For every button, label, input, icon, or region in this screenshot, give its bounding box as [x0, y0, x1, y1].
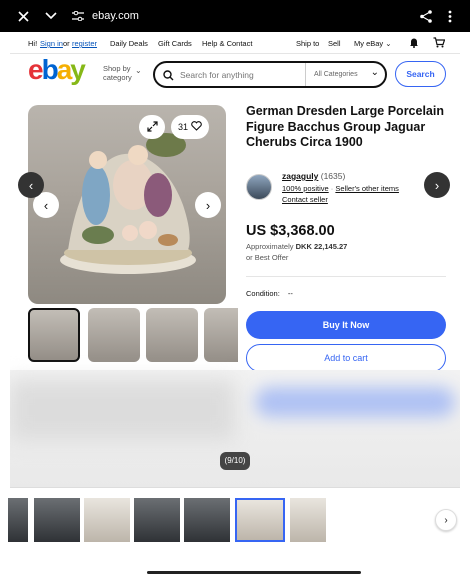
best-offer-text: or Best Offer — [246, 253, 289, 262]
register-link[interactable]: register — [72, 39, 97, 48]
home-indicator[interactable] — [147, 571, 361, 574]
chevron-right-icon: › — [444, 514, 448, 526]
or-text: or — [63, 39, 70, 48]
my-ebay-label: My eBay — [354, 39, 384, 48]
thumbnail[interactable] — [146, 308, 198, 362]
my-ebay-link[interactable]: My eBay ⌄ — [354, 39, 392, 48]
expand-image-button[interactable] — [139, 115, 165, 139]
price: US $3,368.00 — [246, 223, 335, 239]
chevron-left-icon: ‹ — [28, 177, 34, 193]
buy-it-now-button[interactable]: Buy It Now — [246, 311, 446, 339]
thumbnail[interactable] — [28, 308, 80, 362]
filmstrip-next-button[interactable]: › — [435, 509, 457, 531]
share-icon[interactable] — [418, 0, 434, 32]
search-button[interactable]: Search — [395, 61, 446, 87]
seller-name[interactable]: zagaguly — [282, 171, 318, 181]
add-to-cart-button[interactable]: Add to cart — [246, 344, 446, 372]
help-contact-link[interactable]: Help & Contact — [202, 39, 252, 48]
filmstrip-thumbnail[interactable] — [134, 498, 180, 542]
cart-icon[interactable] — [433, 37, 446, 50]
product-image[interactable]: 31 ‹ › — [28, 105, 226, 304]
category-select-label: All Categories — [314, 71, 358, 78]
thumbnail-strip — [28, 308, 238, 364]
chevron-right-icon: › — [205, 197, 211, 213]
condition-value: -- — [287, 289, 293, 298]
filmstrip-thumbnail-selected[interactable] — [235, 498, 285, 542]
daily-deals-link[interactable]: Daily Deals — [110, 39, 148, 48]
greeting: Hi! — [28, 39, 38, 48]
filmstrip-thumbnail[interactable] — [84, 498, 130, 542]
condition-label: Condition: — [246, 289, 280, 298]
blurred-block — [10, 380, 235, 440]
next-image-button[interactable]: › — [195, 192, 221, 218]
sign-in-link[interactable]: Sign in — [40, 39, 63, 48]
listing-title: German Dresden Large Porcelain Figure Ba… — [246, 104, 444, 149]
chevron-left-icon: ‹ — [43, 197, 49, 213]
expand-icon — [146, 120, 158, 134]
sell-link[interactable]: Sell — [328, 39, 341, 48]
screen: ebay.com Hi! Sign in or register Daily D… — [0, 0, 470, 575]
search-icon — [163, 68, 174, 86]
page-next-button[interactable]: › — [424, 172, 450, 198]
seller-feedback-count: (1635) — [320, 171, 346, 181]
thumbnail[interactable] — [204, 308, 238, 362]
category-select[interactable]: All Categories ⌄ — [305, 63, 385, 86]
seller-name-line: zagaguly (1635) — [282, 171, 345, 181]
page-previous-button[interactable]: ‹ — [18, 172, 44, 198]
approx-label: Approximately — [246, 242, 294, 251]
other-items-link[interactable]: Seller's other items — [335, 184, 399, 193]
positive-feedback-link[interactable]: 100% positive — [282, 184, 329, 193]
divider — [246, 276, 446, 277]
search-input[interactable] — [180, 67, 300, 83]
utility-nav: Hi! Sign in or register Daily Deals Gift… — [10, 32, 460, 54]
seller-contact-line: Contact seller — [282, 195, 328, 204]
url-bar[interactable]: ebay.com — [92, 0, 139, 32]
contact-seller-link[interactable]: Contact seller — [282, 195, 328, 204]
close-icon[interactable] — [14, 0, 32, 32]
condition-row: Condition: -- — [246, 289, 293, 298]
seller-links: 100% positive · Seller's other items — [282, 184, 399, 193]
tune-icon[interactable] — [70, 0, 86, 32]
ebay-logo[interactable]: ebay — [28, 56, 86, 84]
screenshot-filmstrip: › — [0, 496, 470, 548]
image-counter: (9/10) — [220, 452, 250, 470]
shop-by-line2: category — [103, 73, 132, 82]
shop-by-line1: Shop by — [103, 64, 131, 73]
filmstrip-thumbnail[interactable] — [290, 498, 326, 542]
chevron-down-icon: ⌄ — [135, 66, 142, 75]
blurred-button — [255, 387, 455, 417]
ship-to-link[interactable]: Ship to — [296, 39, 319, 48]
chevron-down-icon: ⌄ — [385, 39, 392, 48]
approx-price: Approximately DKK 22,145.27 — [246, 242, 347, 251]
shop-by-category[interactable]: Shop by category ⌄ — [103, 64, 142, 82]
chevron-right-icon: › — [434, 177, 440, 193]
chevron-down-icon: ⌄ — [370, 67, 379, 78]
blurred-content: (9/10) — [10, 370, 460, 487]
approx-value: DKK 22,145.27 — [295, 242, 348, 251]
filmstrip-thumbnail[interactable] — [184, 498, 230, 542]
chevron-down-icon[interactable] — [42, 0, 60, 32]
seller-avatar[interactable] — [246, 174, 272, 200]
filmstrip-thumbnail[interactable] — [34, 498, 80, 542]
more-vert-icon[interactable] — [444, 0, 456, 32]
browser-toolbar: ebay.com — [0, 0, 470, 32]
gift-cards-link[interactable]: Gift Cards — [158, 39, 192, 48]
thumbnail[interactable] — [88, 308, 140, 362]
watch-button[interactable]: 31 — [171, 115, 209, 139]
watch-count: 31 — [177, 122, 188, 132]
filmstrip-thumbnail[interactable] — [8, 498, 28, 542]
bell-icon[interactable] — [409, 37, 419, 50]
web-page: Hi! Sign in or register Daily Deals Gift… — [10, 32, 460, 488]
porcelain-figure-image — [60, 133, 196, 274]
heart-icon — [191, 121, 202, 133]
search-box: All Categories ⌄ — [153, 61, 387, 88]
